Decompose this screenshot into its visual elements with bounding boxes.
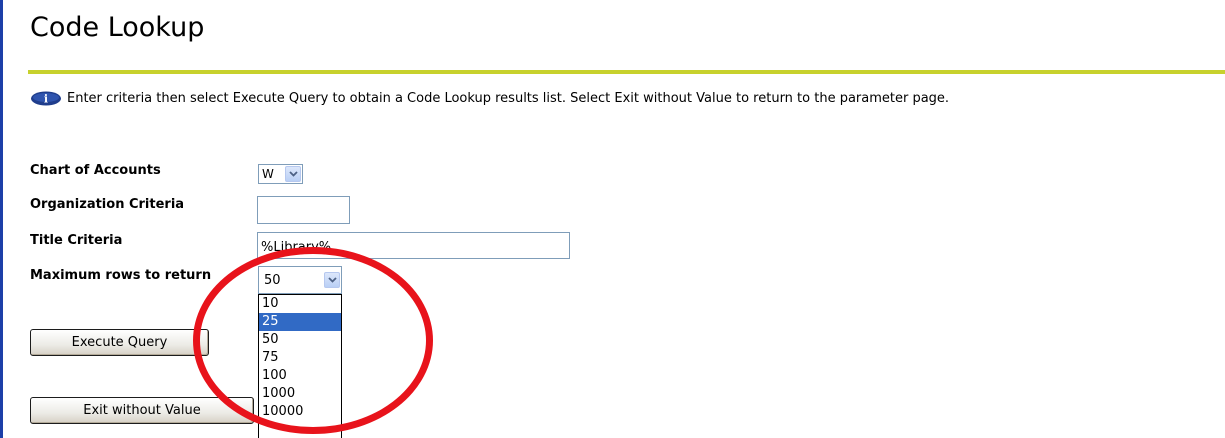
execute-query-button[interactable]: Execute Query bbox=[30, 329, 209, 356]
dropdown-option[interactable]: 100 bbox=[259, 367, 341, 385]
dropdown-option-highlighted[interactable]: 25 bbox=[259, 313, 341, 331]
title-criteria-input[interactable] bbox=[257, 232, 570, 259]
info-text: Enter criteria then select Execute Query… bbox=[67, 91, 950, 106]
chart-of-accounts-label: Chart of Accounts bbox=[30, 163, 161, 178]
organization-criteria-input[interactable] bbox=[257, 196, 350, 224]
dropdown-option[interactable]: 10000 bbox=[259, 403, 341, 421]
left-accent-bar bbox=[0, 0, 3, 438]
chart-of-accounts-select[interactable]: W bbox=[258, 164, 303, 184]
max-rows-label: Maximum rows to return bbox=[30, 268, 212, 283]
svg-text:i: i bbox=[44, 93, 48, 106]
title-divider bbox=[28, 70, 1225, 74]
organization-criteria-label: Organization Criteria bbox=[30, 197, 185, 212]
chevron-down-icon[interactable] bbox=[285, 166, 301, 182]
info-message: i Enter criteria then select Execute Que… bbox=[30, 91, 949, 106]
max-rows-value: 50 bbox=[264, 272, 281, 288]
dropdown-option[interactable]: 75 bbox=[259, 349, 341, 367]
dropdown-option[interactable]: 1000 bbox=[259, 385, 341, 403]
exit-without-value-button[interactable]: Exit without Value bbox=[30, 397, 254, 424]
max-rows-dropdown-list[interactable]: 10 25 50 75 100 1000 10000 bbox=[258, 294, 342, 438]
max-rows-select[interactable]: 50 bbox=[258, 266, 342, 294]
chevron-down-icon[interactable] bbox=[324, 272, 340, 288]
dropdown-option[interactable]: 10 bbox=[259, 295, 341, 313]
dropdown-option[interactable]: 50 bbox=[259, 331, 341, 349]
page-title: Code Lookup bbox=[30, 12, 205, 43]
title-criteria-label: Title Criteria bbox=[30, 233, 123, 248]
chart-of-accounts-value: W bbox=[262, 167, 274, 181]
info-icon: i bbox=[30, 91, 62, 106]
